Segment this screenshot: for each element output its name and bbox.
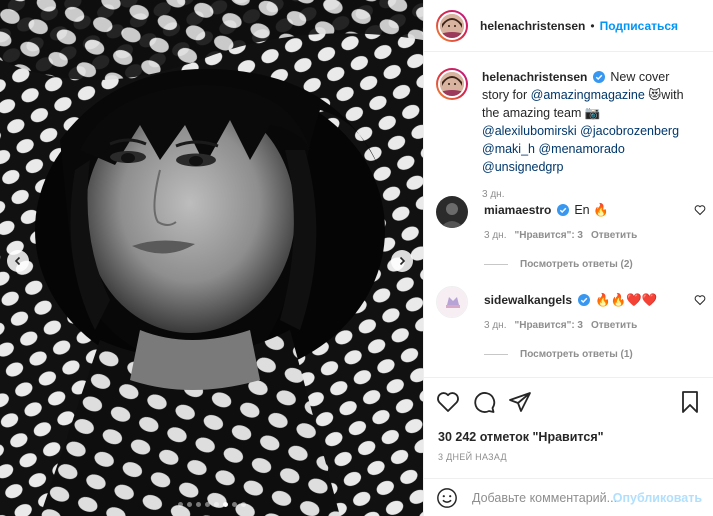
like-comment-heart-icon[interactable] bbox=[694, 294, 706, 306]
view-replies-label: Посмотреть ответы (2) bbox=[520, 259, 633, 270]
verified-badge-icon bbox=[556, 204, 569, 216]
comment-bubble-icon[interactable] bbox=[472, 390, 496, 414]
like-heart-icon[interactable] bbox=[436, 390, 460, 414]
carousel-dot bbox=[231, 502, 237, 507]
comment-likes[interactable]: "Нравится": 3 bbox=[514, 320, 583, 331]
comment-item: sidewalkangels 🔥🔥❤️❤️ 3 дн. "Нравится": … bbox=[436, 286, 706, 360]
separator-dot: • bbox=[590, 18, 595, 33]
commenter-username[interactable]: sidewalkangels bbox=[484, 293, 572, 307]
bookmark-icon[interactable] bbox=[678, 390, 702, 414]
carousel-dot bbox=[186, 502, 192, 507]
avatar-image bbox=[438, 11, 466, 40]
mention-link[interactable]: @jacobrozenberg bbox=[580, 124, 679, 138]
verified-badge-icon bbox=[577, 294, 590, 306]
view-replies-button[interactable]: Посмотреть ответы (1) bbox=[484, 349, 706, 360]
chevron-right-icon bbox=[399, 256, 406, 266]
comment-meta: 3 дн. "Нравится": 3 Ответить bbox=[484, 230, 706, 241]
comment-text: En 🔥 bbox=[574, 203, 609, 217]
carousel-dot bbox=[213, 502, 219, 507]
post-photo[interactable] bbox=[0, 0, 423, 516]
carousel-dot bbox=[195, 502, 201, 507]
replies-divider bbox=[484, 264, 508, 265]
prev-photo-button[interactable] bbox=[7, 250, 29, 272]
reply-button[interactable]: Ответить bbox=[591, 230, 637, 241]
comment-likes[interactable]: "Нравится": 3 bbox=[514, 230, 583, 241]
view-replies-button[interactable]: Посмотреть ответы (2) bbox=[484, 259, 706, 270]
add-comment-bar: Опубликовать bbox=[424, 478, 713, 516]
view-replies-label: Посмотреть ответы (1) bbox=[520, 349, 633, 360]
chevron-left-icon bbox=[14, 256, 21, 266]
post-actions: 30 242 отметок "Нравится" 3 ДНЕЙ НАЗАД О… bbox=[424, 377, 713, 516]
caption-avatar[interactable] bbox=[436, 68, 468, 100]
author-username[interactable]: helenachristensen bbox=[480, 19, 585, 33]
carousel-indicator bbox=[0, 502, 423, 507]
comment-meta: 3 дн. "Нравится": 3 Ответить bbox=[484, 320, 706, 331]
commenter-avatar[interactable] bbox=[436, 196, 468, 228]
verified-badge-icon bbox=[592, 71, 605, 83]
carousel-dot bbox=[177, 502, 183, 507]
emoji-smiley-icon[interactable] bbox=[436, 487, 458, 509]
caption-username[interactable]: helenachristensen bbox=[482, 70, 587, 84]
author-avatar[interactable] bbox=[436, 9, 468, 42]
action-icons bbox=[436, 390, 702, 416]
comment-input[interactable] bbox=[472, 491, 622, 505]
replies-divider bbox=[484, 354, 508, 355]
like-comment-heart-icon[interactable] bbox=[694, 204, 706, 216]
post-date[interactable]: 3 ДНЕЙ НАЗАД bbox=[438, 452, 507, 462]
commenter-avatar[interactable] bbox=[436, 286, 468, 318]
follow-button[interactable]: Подписаться bbox=[600, 19, 678, 33]
mention-link[interactable]: @maki_h bbox=[482, 142, 535, 156]
caption-body: helenachristensen New cover story for @a… bbox=[482, 68, 692, 204]
carousel-dot bbox=[240, 502, 246, 507]
commenter-username[interactable]: miamaestro bbox=[484, 203, 551, 217]
mention-link[interactable]: @amazingmagazine bbox=[531, 88, 645, 102]
likes-count[interactable]: 30 242 отметок "Нравится" bbox=[438, 430, 604, 444]
share-paper-plane-icon[interactable] bbox=[508, 390, 532, 414]
mention-link[interactable]: @unsignedgrp bbox=[482, 160, 564, 174]
reply-button[interactable]: Ответить bbox=[591, 320, 637, 331]
mention-link[interactable]: @menamorado bbox=[538, 142, 624, 156]
caption: helenachristensen New cover story for @a… bbox=[436, 68, 706, 204]
caption-emoji: 😻 bbox=[648, 88, 662, 102]
comment-time[interactable]: 3 дн. bbox=[484, 230, 506, 241]
avatar-image bbox=[438, 70, 466, 98]
comment-time[interactable]: 3 дн. bbox=[484, 320, 506, 331]
mention-link[interactable]: @alexilubomirski bbox=[482, 124, 577, 138]
comment-text: 🔥🔥❤️❤️ bbox=[595, 293, 658, 307]
post-details-panel: helenachristensen • Подписаться helenach… bbox=[423, 0, 713, 516]
carousel-dot bbox=[204, 502, 210, 507]
comment-item: miamaestro En 🔥 3 дн. "Нравится": 3 Отве… bbox=[436, 196, 706, 270]
publish-button[interactable]: Опубликовать bbox=[613, 491, 702, 505]
post-header: helenachristensen • Подписаться bbox=[424, 0, 713, 52]
next-photo-button[interactable] bbox=[391, 250, 413, 272]
carousel-dot bbox=[222, 502, 228, 507]
camera-emoji: 📷 bbox=[584, 106, 601, 120]
photo-image bbox=[0, 0, 423, 516]
